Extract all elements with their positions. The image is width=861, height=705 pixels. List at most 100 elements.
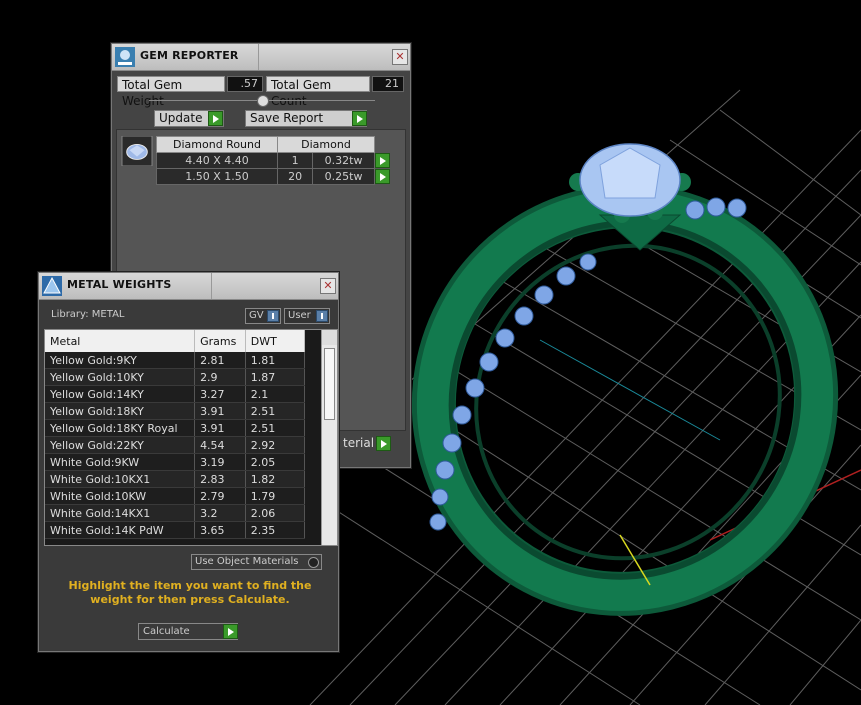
titlebar-divider	[258, 44, 259, 70]
metal-dwt: 2.06	[245, 504, 306, 522]
use-object-materials-label: Use Object Materials	[195, 556, 299, 567]
metal-list[interactable]: Metal Grams DWT Yellow Gold:9KY 2.81 1.81 …	[44, 329, 338, 546]
metal-name: Yellow Gold:22KY	[45, 436, 196, 454]
gem-type-header: Diamond	[277, 136, 375, 153]
gem-weight: 0.32tw	[312, 152, 375, 169]
gem-reporter-app-icon	[115, 47, 135, 67]
metal-name: Yellow Gold:18KY	[45, 402, 196, 420]
total-gem-count-label: Total Gem Count	[266, 76, 370, 108]
save-report-button[interactable]: Save Report	[245, 110, 367, 127]
user-label: User	[288, 310, 311, 321]
titlebar-divider	[211, 273, 212, 299]
gem-weight: 0.25tw	[312, 168, 375, 185]
gem-table: Diamond Round Diamond 4.40 X 4.40 1 0.32…	[156, 136, 399, 185]
metal-grams: 3.19	[194, 453, 246, 471]
metal-grams: 3.2	[194, 504, 246, 522]
ring-model	[411, 143, 839, 616]
metal-name: Yellow Gold:14KY	[45, 385, 196, 403]
table-row[interactable]: Yellow Gold:18KY Royal 3.91 2.51	[45, 419, 306, 437]
calculate-hint: Highlight the item you want to find the …	[68, 579, 312, 606]
library-label: Library: METAL	[51, 309, 125, 320]
metal-table: Metal Grams DWT Yellow Gold:9KY 2.81 1.81 …	[45, 330, 306, 539]
gem-row-go-icon[interactable]	[375, 168, 390, 184]
table-row[interactable]: Yellow Gold:18KY 3.91 2.51	[45, 402, 306, 420]
gem-size: 1.50 X 1.50	[156, 168, 278, 185]
gem-reporter-titlebar[interactable]: GEM REPORTER ✕	[112, 44, 410, 71]
total-gem-weight-label: Total Gem Weight	[117, 76, 225, 108]
grams-column-header[interactable]: Grams	[194, 330, 246, 352]
round-diamond-thumbnail-icon[interactable]	[121, 136, 153, 166]
metal-dwt: 2.51	[245, 402, 306, 420]
metal-weights-close-icon[interactable]: ✕	[320, 278, 336, 294]
user-toggle[interactable]: User	[284, 308, 330, 324]
metal-grams: 3.27	[194, 385, 246, 403]
table-row[interactable]: Yellow Gold:14KY 3.27 2.1	[45, 385, 306, 403]
metal-dwt: 2.05	[245, 453, 306, 471]
gem-row[interactable]: 1.50 X 1.50 20 0.25tw	[156, 168, 399, 185]
metal-name: White Gold:10KX1	[45, 470, 196, 488]
metal-name: Yellow Gold:10KY	[45, 368, 196, 386]
metal-list-scrollbar[interactable]	[321, 330, 337, 545]
metal-name: White Gold:9KW	[45, 453, 196, 471]
metal-dwt: 1.82	[245, 470, 306, 488]
metal-name: White Gold:14K PdW	[45, 521, 196, 539]
scroll-thumb[interactable]	[324, 348, 335, 420]
metal-dwt: 2.35	[245, 521, 306, 539]
metal-dwt: 1.87	[245, 368, 306, 386]
metal-grams: 2.9	[194, 368, 246, 386]
metal-name: Yellow Gold:9KY	[45, 352, 196, 369]
dwt-column-header[interactable]: DWT	[245, 330, 306, 352]
table-row[interactable]: White Gold:14KX1 3.2 2.06	[45, 504, 306, 522]
update-go-icon[interactable]	[208, 111, 223, 126]
gem-row-go-cell	[374, 168, 399, 185]
total-gem-weight-value: .57	[227, 76, 263, 92]
metal-grams: 2.83	[194, 470, 246, 488]
gem-count: 20	[276, 168, 314, 185]
table-row[interactable]: White Gold:10KX1 2.83 1.82	[45, 470, 306, 488]
metal-column-header[interactable]: Metal	[45, 330, 196, 352]
gem-row-go-cell	[374, 152, 399, 169]
gem-count: 1	[276, 152, 314, 169]
gem-shape-header: Diamond Round	[156, 136, 278, 153]
metal-grams: 2.81	[194, 352, 246, 369]
gem-header-spacer	[374, 136, 399, 153]
metal-weights-panel: METAL WEIGHTS ✕ Library: METAL GV User M…	[38, 272, 339, 652]
gv-toggle[interactable]: GV	[245, 308, 281, 324]
metal-dwt: 1.79	[245, 487, 306, 505]
gv-info-icon[interactable]	[267, 310, 279, 322]
table-row[interactable]: White Gold:9KW 3.19 2.05	[45, 453, 306, 471]
table-row[interactable]: White Gold:10KW 2.79 1.79	[45, 487, 306, 505]
metal-dwt: 2.92	[245, 436, 306, 454]
save-report-go-icon[interactable]	[352, 111, 367, 126]
radio-circle-icon[interactable]	[308, 557, 319, 568]
metal-grams: 3.91	[194, 402, 246, 420]
metal-grams: 3.91	[194, 419, 246, 437]
metal-name: White Gold:10KW	[45, 487, 196, 505]
material-go-icon[interactable]	[376, 436, 391, 451]
gem-row[interactable]: 4.40 X 4.40 1 0.32tw	[156, 152, 399, 169]
splitter-knob-icon[interactable]	[257, 95, 269, 107]
table-row[interactable]: Yellow Gold:10KY 2.9 1.87	[45, 368, 306, 386]
table-row[interactable]: White Gold:14K PdW 3.65 2.35	[45, 521, 306, 539]
metal-weights-app-icon	[42, 276, 62, 296]
user-info-icon[interactable]	[316, 310, 328, 322]
metal-dwt: 2.51	[245, 419, 306, 437]
table-row[interactable]: Yellow Gold:22KY 4.54 2.92	[45, 436, 306, 454]
gem-size: 4.40 X 4.40	[156, 152, 278, 169]
gem-row-go-icon[interactable]	[375, 152, 390, 168]
metal-name: Yellow Gold:18KY Royal	[45, 419, 196, 437]
gem-reporter-close-icon[interactable]: ✕	[392, 49, 408, 65]
use-object-materials-toggle[interactable]: Use Object Materials	[191, 554, 322, 570]
gv-label: GV	[249, 310, 264, 321]
metal-grams: 3.65	[194, 521, 246, 539]
calculate-go-icon[interactable]	[223, 624, 238, 639]
scroll-up-arrow-icon[interactable]	[322, 330, 337, 345]
metal-weights-titlebar[interactable]: METAL WEIGHTS ✕	[39, 273, 338, 300]
axis-cyan	[539, 339, 721, 441]
metal-name: White Gold:14KX1	[45, 504, 196, 522]
metal-dwt: 2.1	[245, 385, 306, 403]
metal-weights-title: METAL WEIGHTS	[67, 278, 172, 291]
table-row[interactable]: Yellow Gold:9KY 2.81 1.81	[45, 352, 306, 369]
metal-grams: 2.79	[194, 487, 246, 505]
metal-grams: 4.54	[194, 436, 246, 454]
